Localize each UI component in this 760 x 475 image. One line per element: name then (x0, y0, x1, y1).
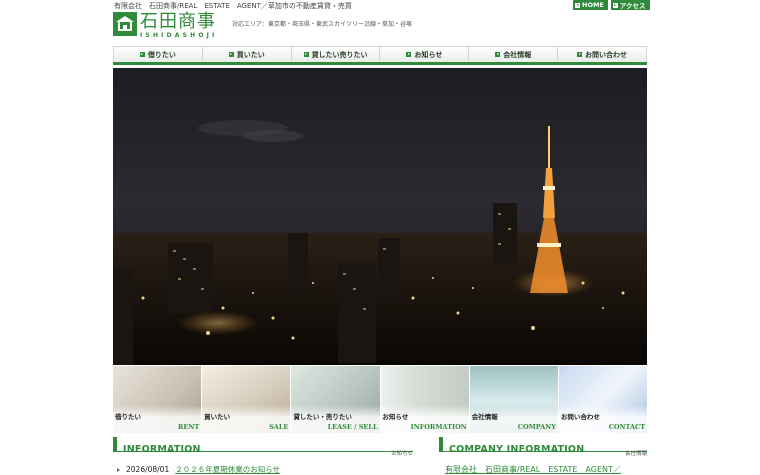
nav-buy[interactable]: 買いたい (203, 47, 292, 62)
arrow-icon (117, 467, 120, 472)
nav-information[interactable]: お知らせ (380, 47, 470, 62)
tile-information[interactable]: お知らせ INFORMATION (380, 366, 469, 433)
information-section: INFORMATION お知らせ 2026/08/01 ２０２６年夏期休業のお知… (113, 437, 413, 475)
city-skyline-illustration (113, 120, 647, 365)
arrow-icon (495, 52, 501, 57)
tile-lease-sell[interactable]: 貸したい・売りたい LEASE / SELL (291, 366, 380, 433)
tile-sale[interactable]: 買いたい SALE (202, 366, 291, 433)
arrow-icon (303, 52, 309, 57)
logo-name: 石田商事 (140, 11, 216, 32)
company-heading: COMPANY INFORMATION 会社情報 (439, 437, 647, 457)
arrow-icon (228, 52, 234, 57)
logo-roman: ISHIDASHOJI (140, 32, 218, 39)
nav-lease-sell[interactable]: 貸したい売りたい (292, 47, 381, 62)
nav-company[interactable]: 会社情報 (469, 47, 559, 62)
company-link[interactable]: 有限会社 石田商事/REAL ESTATE AGENT／ (445, 464, 621, 475)
company-section: COMPANY INFORMATION 会社情報 有限会社 石田商事/REAL … (439, 437, 647, 475)
nav-contact[interactable]: お問い合わせ (558, 47, 647, 62)
arrow-icon (575, 2, 580, 8)
arrow-icon (577, 52, 583, 57)
site-logo[interactable]: 石田商事 ISHIDASHOJI (113, 12, 218, 39)
house-logo-icon (113, 12, 137, 36)
arrow-icon (406, 52, 412, 57)
hero-night-city-image (113, 68, 647, 365)
tile-contact[interactable]: お問い合わせ CONTACT (558, 366, 648, 433)
global-nav: 借りたい 買いたい 貸したい売りたい お知らせ 会社情報 お問い合わせ (113, 46, 647, 65)
arrow-icon (612, 2, 618, 8)
access-link[interactable]: アクセス (610, 0, 650, 10)
service-area: 対応エリア：東京都・埼玉県・東武スカイツリー沿線・草加・谷塚 (232, 21, 413, 28)
news-item: 2026/08/01 ２０２６年夏期休業のお知らせ (117, 464, 280, 475)
tokyo-tower-icon (530, 126, 568, 293)
tile-company[interactable]: 会社情報 COMPANY (469, 366, 558, 433)
header-tagline: 有限会社 石田商事/REAL ESTATE AGENT／草加市の不動産賃貸・売買 (114, 2, 352, 10)
tile-rent[interactable]: 借りたい RENT (113, 366, 202, 433)
top-links: HOME アクセス (573, 0, 650, 10)
category-tiles: 借りたい RENT 買いたい SALE 貸したい・売りたい LEASE / SELL … (113, 366, 648, 433)
nav-rent[interactable]: 借りたい (113, 47, 203, 62)
information-heading: INFORMATION お知らせ (113, 437, 413, 457)
news-link[interactable]: ２０２６年夏期休業のお知らせ (175, 464, 280, 475)
home-link[interactable]: HOME (573, 0, 608, 10)
arrow-icon (139, 52, 145, 57)
